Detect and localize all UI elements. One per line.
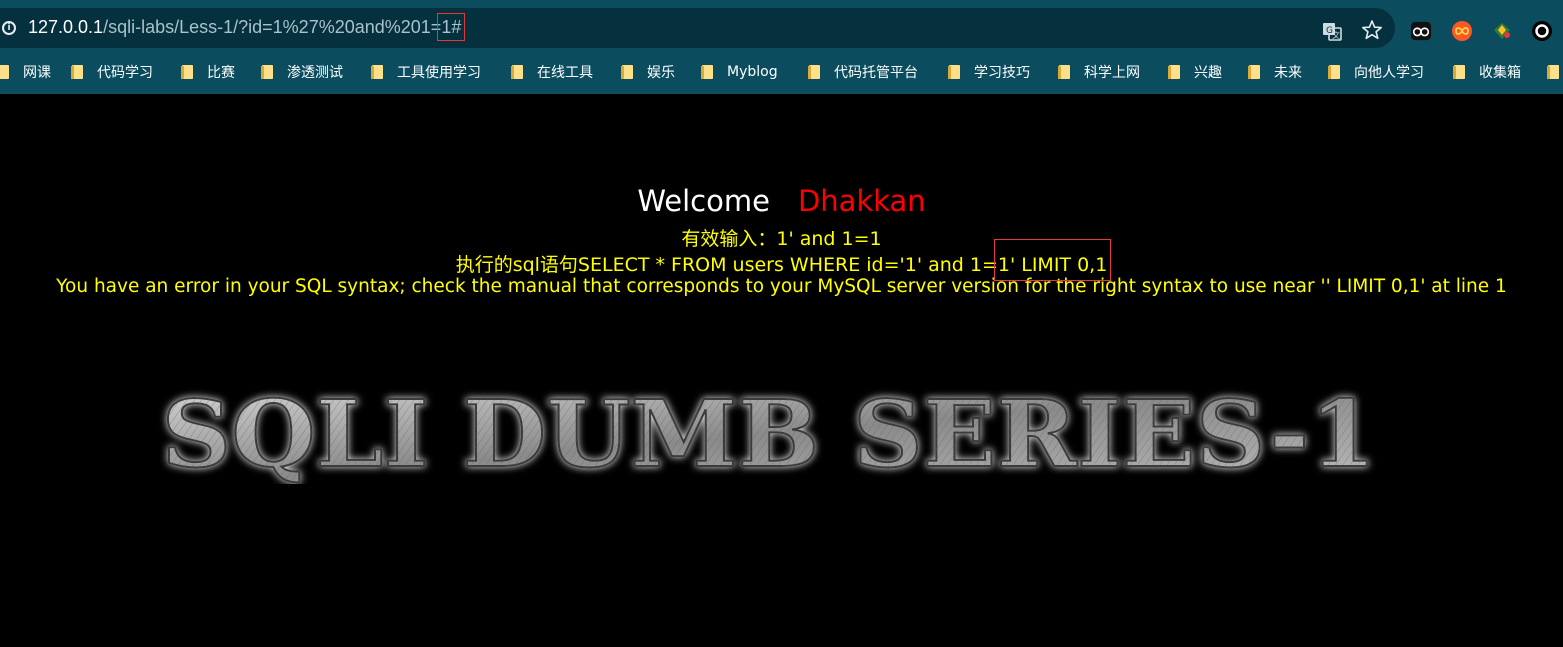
bookmark-folder[interactable]: 在线工具 (511, 62, 593, 82)
bookmark-folder[interactable]: 代码托管平台 (808, 62, 918, 82)
bookmark-folder[interactable]: 学习技巧 (948, 62, 1030, 82)
folder-icon (0, 65, 9, 79)
sql-statement-text: 执行的sql语句SELECT * FROM users WHERE id='1'… (455, 254, 1108, 276)
star-icon[interactable] (1361, 19, 1383, 41)
sqli-dumb-series-banner: SQLI DUMB SERIES-1 SQLI DUMB SERIES-1 (161, 384, 1378, 484)
browser-chrome: i 127.0.0.1/sqli-labs/Less-1/?id=1%27%20… (0, 0, 1563, 94)
page-content: Welcome Dhakkan 有效输入：1' and 1=1 执行的sql语句S… (0, 94, 1563, 647)
welcome-text: Welcome (637, 184, 770, 218)
translate-icon[interactable]: G 文 (1321, 20, 1343, 42)
extension-circle-icon[interactable] (1531, 20, 1553, 42)
bookmark-label: 工具使用学习 (397, 65, 481, 81)
sql-error-text: You have an error in your SQL syntax; ch… (56, 276, 1507, 297)
folder-icon (1453, 65, 1465, 79)
bookmark-folder[interactable]: 未来 (1248, 62, 1302, 82)
bookmark-label: 学习技巧 (974, 65, 1030, 81)
address-bar[interactable]: i 127.0.0.1/sqli-labs/Less-1/?id=1%27%20… (0, 8, 1395, 48)
bookmark-label: 在线工具 (537, 65, 593, 81)
svg-text:文: 文 (1332, 30, 1340, 40)
folder-icon (1168, 65, 1180, 79)
bookmark-folder[interactable]: 科学上网 (1058, 62, 1140, 82)
folder-icon (1248, 65, 1260, 79)
bookmarks-bar: 网课 代码学习 比赛 渗透测试 工具使用学习 在线工具 娱乐 Myblog 代码… (0, 58, 1563, 86)
folder-icon (1328, 65, 1340, 79)
bookmark-label: 娱乐 (647, 65, 675, 81)
url-path: /sqli-labs/Less-1/?id=1%27%20and%201= (103, 17, 442, 37)
welcome-heading: Welcome Dhakkan (0, 184, 1563, 218)
bookmark-label: 未来 (1274, 65, 1302, 81)
user-name: Dhakkan (797, 184, 926, 218)
folder-icon (948, 65, 960, 79)
info-icon[interactable]: i (2, 21, 16, 35)
bookmark-folder[interactable]: 收集箱 (1453, 62, 1521, 82)
extension-owl-icon[interactable] (1410, 20, 1432, 42)
bookmark-folder[interactable]: 网课 (0, 62, 51, 82)
bookmark-label: 兴趣 (1194, 65, 1222, 81)
bookmark-folder[interactable]: 工具使用学习 (371, 62, 481, 82)
bookmark-label: Myblog (727, 64, 778, 80)
bookmark-label: 代码学习 (97, 65, 153, 81)
folder-icon (1547, 65, 1559, 79)
bookmark-label: 渗透测试 (287, 65, 343, 81)
bookmark-overflow[interactable] (1547, 62, 1563, 82)
folder-icon (261, 65, 273, 79)
bookmark-label: 代码托管平台 (834, 65, 918, 81)
folder-icon (371, 65, 383, 79)
bookmark-folder[interactable]: 兴趣 (1168, 62, 1222, 82)
bookmark-folder[interactable]: Myblog (701, 62, 778, 82)
extension-infinity-icon[interactable] (1451, 20, 1473, 42)
bookmark-folder[interactable]: 娱乐 (621, 62, 675, 82)
folder-icon (511, 65, 523, 79)
bookmark-label: 向他人学习 (1354, 65, 1424, 81)
bookmark-folder[interactable]: 代码学习 (71, 62, 153, 82)
bookmark-label: 收集箱 (1479, 65, 1521, 81)
folder-icon (701, 65, 713, 79)
folder-icon (181, 65, 193, 79)
bookmark-folder[interactable]: 渗透测试 (261, 62, 343, 82)
folder-icon (621, 65, 633, 79)
bookmark-folder[interactable]: 向他人学习 (1328, 62, 1424, 82)
bookmark-label: 比赛 (207, 65, 235, 81)
banner-texture: SQLI DUMB SERIES-1 (162, 384, 1377, 484)
highlight-box (994, 239, 1111, 281)
bookmark-label: 科学上网 (1084, 65, 1140, 81)
extension-gem-icon[interactable] (1491, 20, 1513, 42)
bookmark-label: 网课 (23, 65, 51, 81)
bookmark-folder[interactable]: 比赛 (181, 62, 235, 82)
folder-icon (808, 65, 820, 79)
url-highlight: 1# (437, 13, 466, 41)
valid-input-text: 有效输入：1' and 1=1 (681, 228, 882, 250)
folder-icon (1058, 65, 1070, 79)
folder-icon (71, 65, 83, 79)
url-text[interactable]: 127.0.0.1/sqli-labs/Less-1/?id=1%27%20an… (28, 13, 466, 41)
url-host: 127.0.0.1 (28, 17, 104, 37)
